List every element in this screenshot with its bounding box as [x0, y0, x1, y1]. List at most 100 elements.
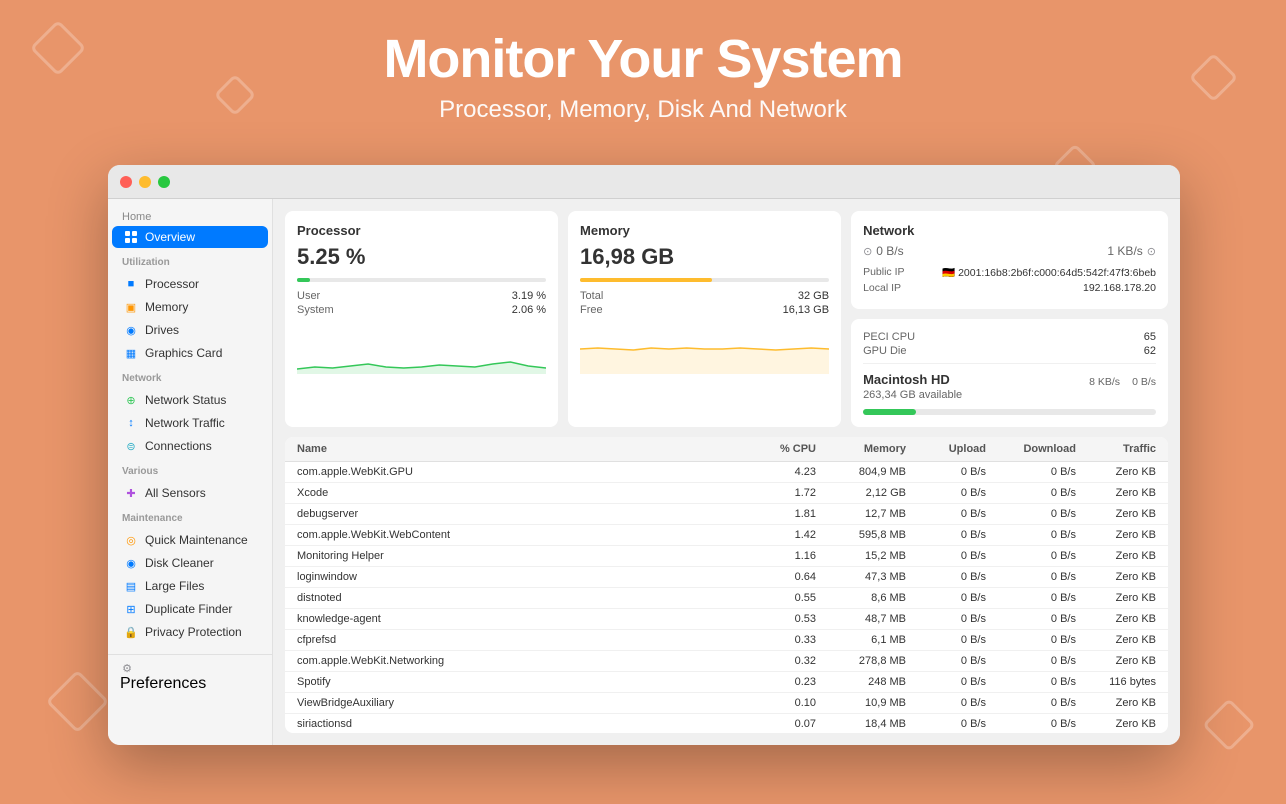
large-files-icon: ▤ [124, 579, 138, 593]
process-traffic: Zero KB [1076, 550, 1156, 562]
processor-user-label: User [297, 290, 320, 302]
connections-icon: ⊜ [124, 439, 138, 453]
disk-cleaner-icon: ◉ [124, 556, 138, 570]
process-cpu: 0.07 [736, 718, 816, 730]
table-row[interactable]: distnoted 0.55 8,6 MB 0 B/s 0 B/s Zero K… [285, 588, 1168, 609]
gpu-die-label: GPU Die [863, 345, 906, 357]
disk-name-row: Macintosh HD 263,34 GB available 8 KB/s … [863, 372, 1156, 401]
quick-maintenance-label: Quick Maintenance [145, 533, 248, 547]
drives-label: Drives [145, 323, 179, 337]
memory-icon: ▣ [124, 300, 138, 314]
sidebar-item-disk-cleaner[interactable]: ◉ Disk Cleaner [112, 552, 268, 574]
home-section-label: Home [108, 207, 272, 225]
network-status-label: Network Status [145, 393, 226, 407]
network-up-value: 1 KB/s [1107, 244, 1142, 258]
sidebar-item-memory[interactable]: ▣ Memory [112, 296, 268, 318]
sidebar-item-connections[interactable]: ⊜ Connections [112, 435, 268, 457]
network-speed-row: ⊙ 0 B/s 1 KB/s ⊙ [863, 244, 1156, 258]
processor-panel: Processor 5.25 % User 3.19 % System 2.06… [285, 211, 558, 427]
grid-icon [124, 230, 138, 244]
process-memory: 10,9 MB [816, 697, 906, 709]
sidebar-item-graphics-card[interactable]: ▦ Graphics Card [112, 342, 268, 364]
table-row[interactable]: Xcode 1.72 2,12 GB 0 B/s 0 B/s Zero KB [285, 483, 1168, 504]
sidebar-item-network-status[interactable]: ⊕ Network Status [112, 389, 268, 411]
privacy-icon: 🔒 [124, 625, 138, 639]
table-row[interactable]: com.apple.WebKit.GPU 4.23 804,9 MB 0 B/s… [285, 462, 1168, 483]
sidebar-item-network-traffic[interactable]: ↕ Network Traffic [112, 412, 268, 434]
process-download: 0 B/s [986, 466, 1076, 478]
maximize-button[interactable] [158, 176, 170, 188]
process-upload: 0 B/s [906, 550, 986, 562]
gpu-die-row: GPU Die 62 [863, 345, 1156, 357]
network-traffic-icon: ↕ [124, 416, 138, 430]
table-header: Name % CPU Memory Upload Download Traffi… [285, 437, 1168, 462]
table-body: com.apple.WebKit.GPU 4.23 804,9 MB 0 B/s… [285, 462, 1168, 733]
process-download: 0 B/s [986, 550, 1076, 562]
col-traffic: Traffic [1076, 443, 1156, 455]
network-panel: Network ⊙ 0 B/s 1 KB/s ⊙ [851, 211, 1168, 309]
disk-temps-panel: PECI CPU 65 GPU Die 62 [851, 319, 1168, 427]
process-upload: 0 B/s [906, 634, 986, 646]
sidebar-item-large-files[interactable]: ▤ Large Files [112, 575, 268, 597]
network-section-label: Network [108, 365, 272, 388]
process-cpu: 1.42 [736, 529, 816, 541]
table-row[interactable]: loginwindow 0.64 47,3 MB 0 B/s 0 B/s Zer… [285, 567, 1168, 588]
network-traffic-label: Network Traffic [145, 416, 225, 430]
sidebar-item-quick-maintenance[interactable]: ◎ Quick Maintenance [112, 529, 268, 551]
sidebar-item-all-sensors[interactable]: ✚ All Sensors [112, 482, 268, 504]
table-row[interactable]: com.apple.WebKit.WebContent 1.42 595,8 M… [285, 525, 1168, 546]
process-memory: 2,12 GB [816, 487, 906, 499]
process-download: 0 B/s [986, 676, 1076, 688]
graphics-icon: ▦ [124, 346, 138, 360]
sidebar-item-privacy-protection[interactable]: 🔒 Privacy Protection [112, 621, 268, 643]
process-name: distnoted [297, 592, 736, 604]
process-memory: 804,9 MB [816, 466, 906, 478]
process-memory: 595,8 MB [816, 529, 906, 541]
sidebar-item-drives[interactable]: ◉ Drives [112, 319, 268, 341]
process-upload: 0 B/s [906, 508, 986, 520]
minimize-button[interactable] [139, 176, 151, 188]
sidebar-item-processor[interactable]: ■ Processor [112, 273, 268, 295]
process-name: Xcode [297, 487, 736, 499]
table-row[interactable]: knowledge-agent 0.53 48,7 MB 0 B/s 0 B/s… [285, 609, 1168, 630]
preferences-icon: ⚙ [120, 661, 134, 675]
process-download: 0 B/s [986, 508, 1076, 520]
sidebar-item-duplicate-finder[interactable]: ⊞ Duplicate Finder [112, 598, 268, 620]
table-row[interactable]: com.apple.WebKit.Networking 0.32 278,8 M… [285, 651, 1168, 672]
overview-label: Overview [145, 230, 195, 244]
utilization-section-label: Utilization [108, 249, 272, 272]
process-download: 0 B/s [986, 487, 1076, 499]
process-memory: 278,8 MB [816, 655, 906, 667]
process-traffic: Zero KB [1076, 529, 1156, 541]
table-row[interactable]: debugserver 1.81 12,7 MB 0 B/s 0 B/s Zer… [285, 504, 1168, 525]
process-upload: 0 B/s [906, 529, 986, 541]
title-bar [108, 165, 1180, 199]
large-files-label: Large Files [145, 579, 204, 593]
processor-progress-fill [297, 278, 310, 282]
memory-free-value: 16,13 GB [783, 304, 829, 316]
memory-free-row: Free 16,13 GB [580, 304, 829, 316]
process-cpu: 1.72 [736, 487, 816, 499]
close-button[interactable] [120, 176, 132, 188]
process-download: 0 B/s [986, 613, 1076, 625]
process-memory: 6,1 MB [816, 634, 906, 646]
table-row[interactable]: Monitoring Helper 1.16 15,2 MB 0 B/s 0 B… [285, 546, 1168, 567]
process-traffic: Zero KB [1076, 508, 1156, 520]
sidebar-preferences[interactable]: ⚙ Preferences [108, 654, 272, 701]
table-row[interactable]: cfprefsd 0.33 6,1 MB 0 B/s 0 B/s Zero KB [285, 630, 1168, 651]
processor-label: Processor [145, 277, 199, 291]
table-row[interactable]: siriactionsd 0.07 18,4 MB 0 B/s 0 B/s Ze… [285, 714, 1168, 733]
process-traffic: Zero KB [1076, 697, 1156, 709]
process-upload: 0 B/s [906, 487, 986, 499]
sidebar-item-overview[interactable]: Overview [112, 226, 268, 248]
process-memory: 248 MB [816, 676, 906, 688]
disk-progress-track [863, 409, 1156, 415]
process-memory: 47,3 MB [816, 571, 906, 583]
process-download: 0 B/s [986, 697, 1076, 709]
process-cpu: 1.81 [736, 508, 816, 520]
processor-system-row: System 2.06 % [297, 304, 546, 316]
page-title: Monitor Your System [0, 28, 1286, 90]
table-row[interactable]: ViewBridgeAuxiliary 0.10 10,9 MB 0 B/s 0… [285, 693, 1168, 714]
flag-icon: 🇩🇪 [942, 267, 958, 279]
table-row[interactable]: Spotify 0.23 248 MB 0 B/s 0 B/s 116 byte… [285, 672, 1168, 693]
